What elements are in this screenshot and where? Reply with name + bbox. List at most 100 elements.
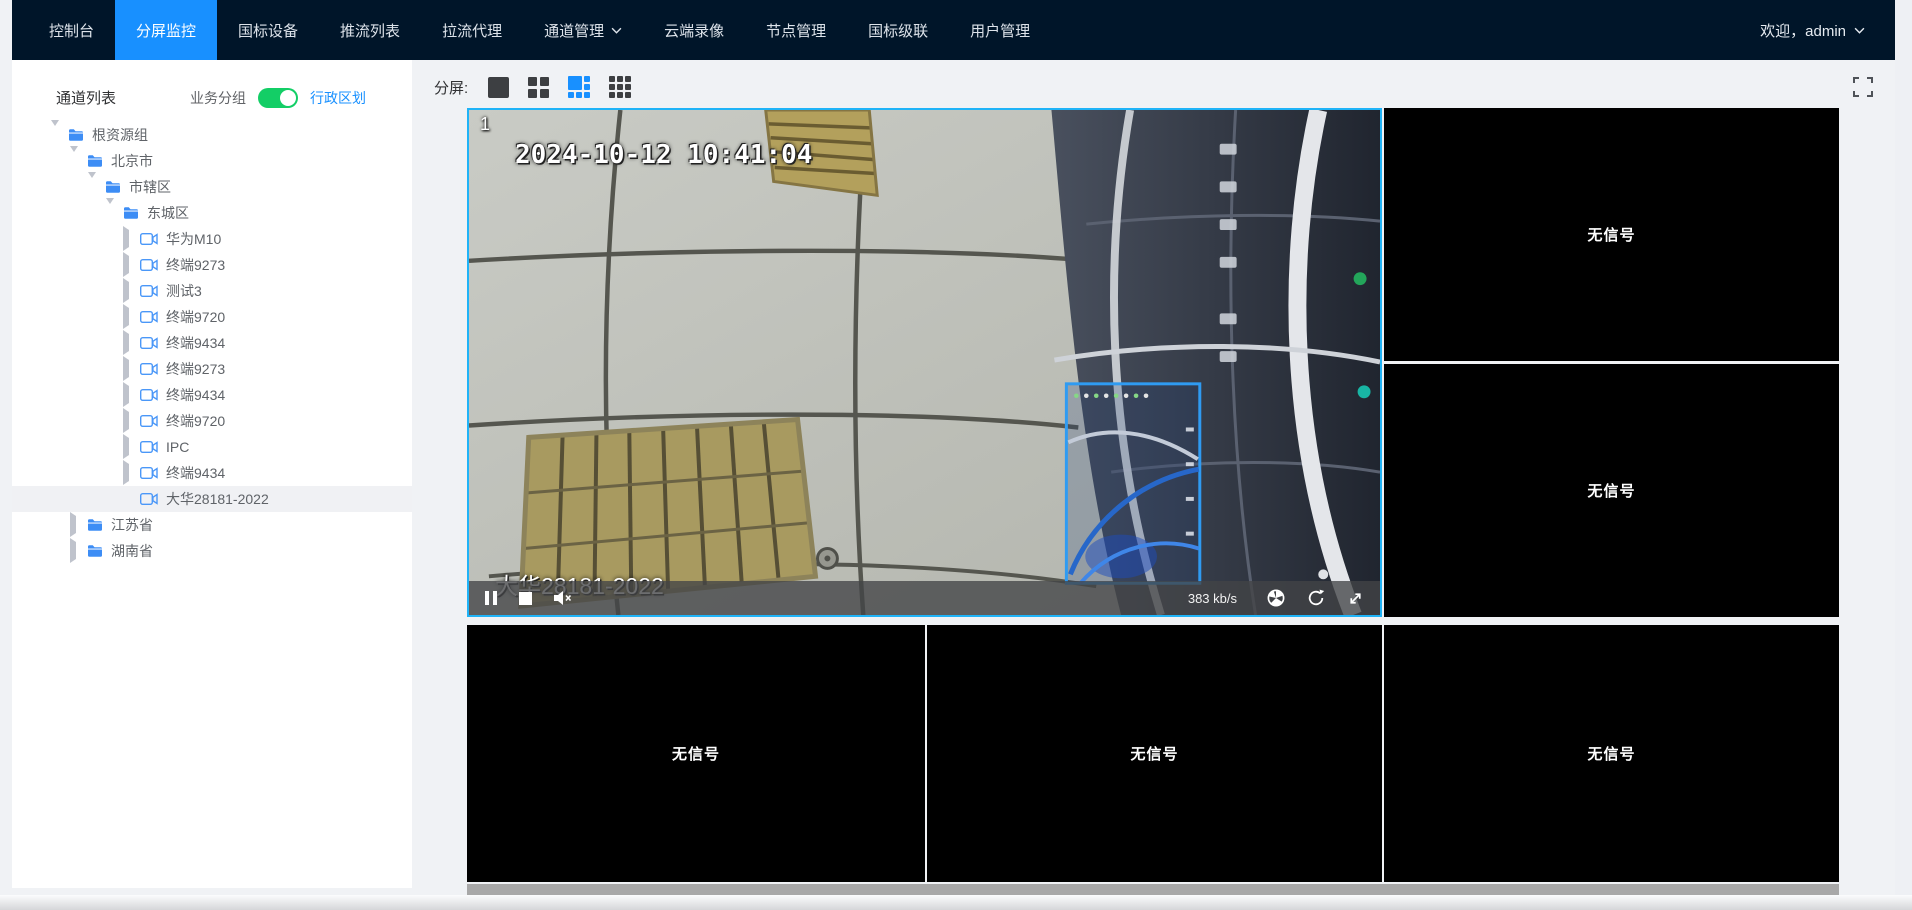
caret-right-icon[interactable] (123, 356, 129, 381)
folder-icon (68, 128, 84, 142)
nav-item-gb-cascade[interactable]: 国标级联 (847, 0, 949, 60)
grid-horizontal-scrollbar[interactable] (467, 884, 1839, 895)
tree-item-folder[interactable]: 江苏省 (12, 512, 412, 538)
no-signal-label: 无信号 (672, 743, 720, 764)
tree-item-folder[interactable]: 东城区 (12, 200, 412, 226)
caret-down-icon[interactable] (106, 198, 114, 221)
fullscreen-button[interactable] (1851, 75, 1875, 99)
folder-icon (105, 180, 121, 194)
tree-item-folder[interactable]: 市辖区 (12, 174, 412, 200)
caret-down-icon[interactable] (70, 146, 78, 169)
nav-item-label: 节点管理 (766, 20, 826, 41)
business-group-label: 业务分组 (190, 88, 246, 108)
nav-item-cloud-record[interactable]: 云端录像 (643, 0, 745, 60)
bitrate-label: 383 kb/s (1188, 591, 1237, 606)
split-toolbar: 分屏: (434, 68, 1875, 106)
nav-item-label: 推流列表 (340, 20, 400, 41)
caret-down-icon[interactable] (51, 120, 59, 143)
tree-item-camera[interactable]: 终端9273 (12, 252, 412, 278)
tree-item-camera[interactable]: 终端9720 (12, 408, 412, 434)
video-tile-2[interactable]: 无信号 (1384, 108, 1839, 361)
video-tile-1-active[interactable]: 1 2024-10-12 10:41:04 大华28181-2022 383 k… (467, 108, 1382, 617)
snapshot-button[interactable] (1267, 589, 1285, 607)
page-vertical-scrollbar-track[interactable] (1895, 0, 1912, 910)
camera-icon (140, 285, 158, 297)
tree-item-camera-selected[interactable]: 大华28181-2022 (12, 486, 412, 512)
tree-item-camera[interactable]: 终端9720 (12, 304, 412, 330)
tree-item-label: 终端9720 (166, 411, 225, 431)
caret-down-icon[interactable] (88, 172, 96, 195)
expand-icon (1347, 590, 1364, 607)
caret-right-icon[interactable] (123, 382, 129, 407)
refresh-button[interactable] (1307, 589, 1325, 607)
tree-item-label: 大华28181-2022 (166, 489, 269, 509)
split-4-button[interactable] (528, 77, 549, 98)
split-9-button[interactable] (609, 76, 631, 98)
caret-right-icon[interactable] (123, 304, 129, 329)
shutter-icon (1267, 589, 1285, 607)
tree-item-camera[interactable]: 测试3 (12, 278, 412, 304)
player-control-bar: 383 kb/s (469, 581, 1380, 615)
pause-button[interactable] (485, 591, 497, 605)
page-horizontal-scrollbar-track[interactable] (0, 895, 1912, 910)
tree-item-label: 江苏省 (111, 515, 153, 535)
tile-fullscreen-button[interactable] (1347, 590, 1364, 607)
caret-right-icon[interactable] (123, 460, 129, 485)
video-tile-5[interactable]: 无信号 (927, 625, 1382, 882)
video-grid: 1 2024-10-12 10:41:04 大华28181-2022 383 k… (467, 108, 1839, 882)
no-signal-label: 无信号 (1587, 224, 1635, 245)
caret-right-icon[interactable] (123, 226, 129, 251)
nav-item-push-list[interactable]: 推流列表 (319, 0, 421, 60)
video-frame (469, 110, 1380, 615)
tree-item-camera[interactable]: 终端9434 (12, 382, 412, 408)
nav-item-channel-mgmt[interactable]: 通道管理 (523, 0, 643, 60)
nav-item-label: 用户管理 (970, 20, 1030, 41)
tree-item-label: 终端9434 (166, 385, 225, 405)
chevron-down-icon (611, 27, 622, 34)
caret-right-icon[interactable] (123, 434, 129, 459)
sidebar-header: 通道列表 业务分组 行政区划 (12, 60, 412, 108)
tree-item-folder[interactable]: 湖南省 (12, 538, 412, 564)
fullscreen-icon (1851, 75, 1875, 99)
caret-right-icon[interactable] (70, 538, 76, 563)
chevron-down-icon (1854, 27, 1865, 34)
stop-button[interactable] (519, 592, 532, 605)
tree-item-camera[interactable]: 华为M10 (12, 226, 412, 252)
user-menu[interactable]: 欢迎，admin (1760, 0, 1895, 60)
tree-item-label: 湖南省 (111, 541, 153, 561)
nav-item-user-mgmt[interactable]: 用户管理 (949, 0, 1051, 60)
nav-item-console[interactable]: 控制台 (28, 0, 115, 60)
tree-item-camera[interactable]: 终端9434 (12, 330, 412, 356)
nav-item-pull-proxy[interactable]: 拉流代理 (421, 0, 523, 60)
channel-sidebar: 通道列表 业务分组 行政区划 根资源组 北京市 市辖区 (12, 60, 412, 888)
caret-right-icon[interactable] (123, 408, 129, 433)
region-tab-label[interactable]: 行政区划 (310, 88, 366, 108)
business-group-toggle[interactable] (258, 88, 298, 108)
folder-icon (123, 206, 139, 220)
video-tile-6[interactable]: 无信号 (1384, 625, 1839, 882)
nav-item-label: 国标级联 (868, 20, 928, 41)
caret-right-icon[interactable] (70, 512, 76, 537)
tree-item-camera[interactable]: 终端9434 (12, 460, 412, 486)
sidebar-title: 通道列表 (56, 87, 116, 108)
tree-item-label: 东城区 (147, 203, 189, 223)
nav-item-gb-devices[interactable]: 国标设备 (217, 0, 319, 60)
nav-item-split-monitor[interactable]: 分屏监控 (115, 0, 217, 60)
mute-button[interactable] (554, 591, 572, 605)
tree-item-camera[interactable]: IPC (12, 434, 412, 460)
video-tile-4[interactable]: 无信号 (467, 625, 925, 882)
tree-item-label: 终端9434 (166, 333, 225, 353)
tree-item-folder[interactable]: 根资源组 (12, 122, 412, 148)
split-6-button[interactable] (568, 76, 590, 98)
video-tile-3[interactable]: 无信号 (1384, 364, 1839, 617)
caret-right-icon[interactable] (123, 278, 129, 303)
split-4-icon (528, 77, 549, 98)
tree-item-folder[interactable]: 北京市 (12, 148, 412, 174)
nav-item-node-mgmt[interactable]: 节点管理 (745, 0, 847, 60)
caret-right-icon[interactable] (123, 330, 129, 355)
nav-item-label: 云端录像 (664, 20, 724, 41)
no-signal-label: 无信号 (1587, 480, 1635, 501)
caret-right-icon[interactable] (123, 252, 129, 277)
split-1-button[interactable] (488, 77, 509, 98)
tree-item-camera[interactable]: 终端9273 (12, 356, 412, 382)
